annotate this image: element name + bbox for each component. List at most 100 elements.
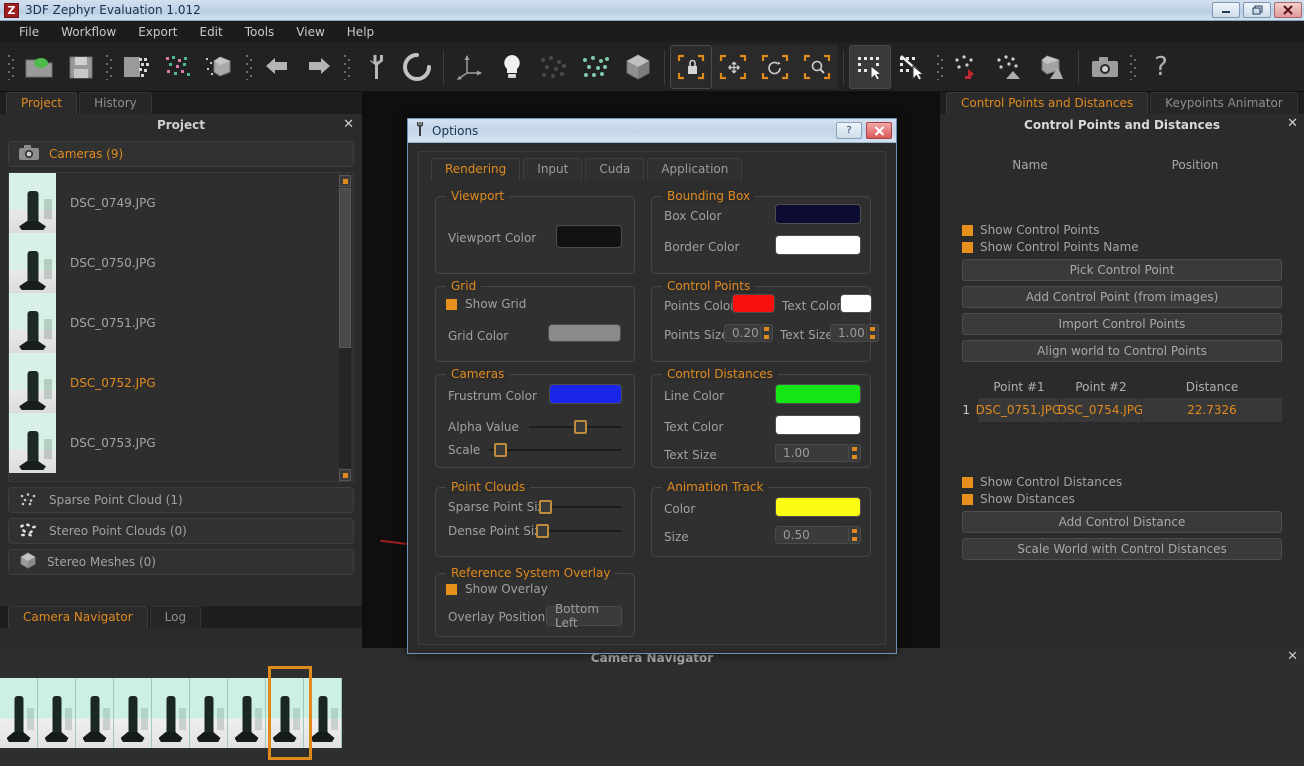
checkbox-show-overlay[interactable]: Show Overlay (446, 582, 548, 596)
close-icon[interactable]: ✕ (1287, 649, 1298, 664)
mesh-cube-icon[interactable] (617, 45, 659, 89)
dense-cloud-icon[interactable] (200, 45, 242, 89)
toolbar-grip[interactable] (340, 45, 354, 89)
control-points-table-body[interactable] (940, 172, 1304, 220)
pick-control-point-button[interactable]: Pick Control Point (962, 259, 1282, 281)
navigator-thumbnail[interactable] (152, 678, 190, 748)
select-points-icon[interactable] (849, 44, 891, 89)
spinner-arrows[interactable] (761, 324, 773, 342)
minimize-button[interactable] (1212, 2, 1240, 18)
tab-application[interactable]: Application (647, 158, 743, 180)
animation-size-spinner[interactable]: 0.50 (775, 526, 861, 544)
cd-text-size-spinner[interactable]: 1.00 (775, 444, 861, 462)
tab-keypoints-animator[interactable]: Keypoints Animator (1150, 92, 1298, 114)
light-bulb-icon[interactable] (491, 45, 533, 89)
scrollbar-track[interactable] (339, 188, 351, 468)
toolbar-grip[interactable] (102, 45, 116, 89)
save-project-icon[interactable] (60, 45, 102, 89)
stereo-point-clouds-row[interactable]: Stereo Point Clouds (0) (8, 518, 354, 544)
import-photos-icon[interactable] (116, 45, 158, 89)
close-button[interactable] (1274, 2, 1302, 18)
slider-knob[interactable] (573, 420, 587, 434)
redo-icon[interactable] (298, 45, 340, 89)
alpha-value-slider[interactable] (529, 420, 622, 434)
import-control-points-button[interactable]: Import Control Points (962, 313, 1282, 335)
camera-list-scrollbar[interactable] (339, 175, 351, 481)
scrollbar-thumb[interactable] (339, 188, 351, 348)
navigator-thumbnail[interactable] (0, 678, 38, 748)
zoom-icon[interactable] (796, 44, 838, 89)
maximize-button[interactable] (1243, 2, 1271, 18)
menu-file[interactable]: File (8, 23, 50, 41)
undo-icon[interactable] (256, 45, 298, 89)
add-control-distance-button[interactable]: Add Control Distance (962, 511, 1282, 533)
list-item[interactable]: DSC_0752.JPG (9, 353, 353, 413)
toolbar-grip[interactable] (933, 45, 947, 89)
cp-text-color-swatch[interactable] (840, 294, 872, 313)
toolbar-grip[interactable] (242, 45, 256, 89)
checkbox-show-control-points[interactable]: Show Control Points (962, 223, 1304, 237)
navigator-thumbnail[interactable] (228, 678, 266, 748)
dialog-close-button[interactable] (866, 122, 892, 139)
dense-point-size-slider[interactable] (536, 524, 622, 538)
points-size-value[interactable]: 0.20 (724, 324, 761, 342)
checkbox-show-grid[interactable]: Show Grid (446, 297, 526, 311)
viewport-color-swatch[interactable] (556, 225, 622, 248)
menu-help[interactable]: Help (336, 23, 385, 41)
scale-world-button[interactable]: Scale World with Control Distances (962, 538, 1282, 560)
tab-history[interactable]: History (79, 92, 152, 114)
stereo-meshes-row[interactable]: Stereo Meshes (0) (8, 549, 354, 575)
dense-points-icon[interactable] (575, 45, 617, 89)
points-size-spinner[interactable]: 0.20 (724, 324, 773, 342)
menu-tools[interactable]: Tools (234, 23, 286, 41)
snapshot-camera-icon[interactable] (1084, 45, 1126, 89)
checkbox-show-distances[interactable]: Show Distances (962, 492, 1304, 506)
toolbar-grip[interactable] (4, 45, 18, 89)
tab-camera-navigator[interactable]: Camera Navigator (8, 606, 148, 628)
toolbar-grip[interactable] (1126, 45, 1140, 89)
open-project-icon[interactable] (18, 45, 60, 89)
points-color-swatch[interactable] (732, 294, 775, 313)
menu-workflow[interactable]: Workflow (50, 23, 127, 41)
navigator-thumbnail[interactable] (114, 678, 152, 748)
tab-project[interactable]: Project (6, 92, 78, 114)
animation-color-swatch[interactable] (775, 497, 861, 517)
frustrum-color-swatch[interactable] (549, 384, 622, 404)
refresh-icon[interactable] (396, 45, 438, 89)
spinner-arrows[interactable] (849, 526, 861, 544)
checkbox-show-control-distances[interactable]: Show Control Distances (962, 475, 1304, 489)
spinner-arrows[interactable] (849, 444, 861, 462)
list-item[interactable]: DSC_0751.JPG (9, 293, 353, 353)
list-item[interactable]: DSC_0749.JPG (9, 173, 353, 233)
cameras-group-row[interactable]: Cameras (9) (8, 141, 354, 167)
cd-text-size-value[interactable]: 1.00 (775, 444, 849, 462)
options-dialog[interactable]: Options ? Rendering Input Cuda Applicati… (407, 118, 897, 654)
options-wrench-icon[interactable] (354, 45, 396, 89)
close-icon[interactable]: ✕ (1287, 116, 1298, 131)
sparse-points-icon[interactable] (533, 45, 575, 89)
scale-slider[interactable] (489, 443, 622, 457)
animation-size-value[interactable]: 0.50 (775, 526, 849, 544)
rotate-icon[interactable] (754, 44, 796, 89)
align-world-to-control-points-button[interactable]: Align world to Control Points (962, 340, 1282, 362)
extract-points-icon[interactable] (989, 45, 1031, 89)
tab-cuda[interactable]: Cuda (585, 158, 645, 180)
scroll-up-button[interactable] (339, 175, 351, 187)
menu-edit[interactable]: Edit (188, 23, 233, 41)
slider-knob[interactable] (539, 500, 552, 514)
border-color-swatch[interactable] (775, 235, 861, 255)
add-control-point-button[interactable]: Add Control Point (from images) (962, 286, 1282, 308)
menu-export[interactable]: Export (127, 23, 188, 41)
navigation-lock-icon[interactable] (670, 44, 712, 89)
pan-icon[interactable] (712, 44, 754, 89)
tab-rendering[interactable]: Rendering (431, 158, 521, 180)
overlay-position-combo[interactable]: Bottom Left (546, 602, 622, 630)
navigator-thumbnail[interactable] (38, 678, 76, 748)
sparse-point-cloud-row[interactable]: Sparse Point Cloud (1) (8, 487, 354, 513)
tab-input[interactable]: Input (523, 158, 583, 180)
list-item[interactable]: DSC_0750.JPG (9, 233, 353, 293)
menu-view[interactable]: View (285, 23, 335, 41)
checkbox-show-control-points-name[interactable]: Show Control Points Name (962, 240, 1304, 254)
sparse-cloud-icon[interactable] (158, 45, 200, 89)
navigator-thumbnail[interactable] (76, 678, 114, 748)
